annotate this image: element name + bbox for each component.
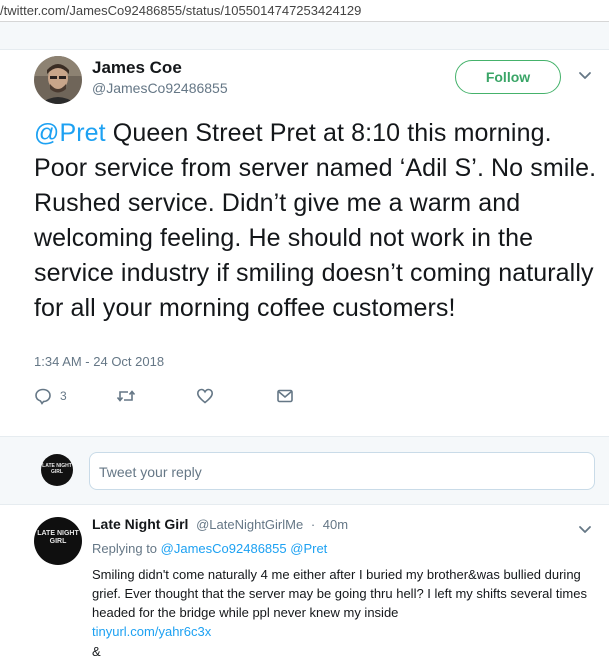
chevron-down-icon[interactable] — [577, 522, 593, 538]
separator-dot: · — [310, 517, 316, 532]
reply-trailing-text: & — [92, 644, 101, 659]
reply-header: Late Night Girl @LateNightGirlMe · 40m — [92, 516, 348, 532]
replying-to-link[interactable]: @JamesCo92486855 — [161, 541, 287, 556]
reply-author-name[interactable]: Late Night Girl — [92, 516, 188, 532]
main-tweet: James Coe @JamesCo92486855 Follow @Pret … — [0, 50, 609, 436]
message-action[interactable] — [276, 386, 294, 406]
tweet-text: @Pret Queen Street Pret at 8:10 this mor… — [34, 116, 604, 326]
avatar[interactable]: LATE NIGHT GIRL — [41, 454, 73, 486]
reply-action[interactable]: 3 — [34, 386, 67, 406]
avatar-logo-text: LATE NIGHT GIRL — [42, 463, 72, 475]
reply-composer: LATE NIGHT GIRL Tweet your reply — [0, 436, 609, 505]
avatar[interactable] — [34, 56, 82, 104]
message-icon — [277, 389, 293, 403]
like-action[interactable] — [196, 386, 214, 406]
avatar-photo — [34, 56, 82, 104]
chevron-down-icon[interactable] — [577, 68, 593, 84]
reply-input[interactable]: Tweet your reply — [89, 452, 595, 490]
avatar-logo-text: LATE NIGHT GIRL — [37, 530, 79, 545]
like-icon — [196, 388, 214, 404]
top-strip — [0, 22, 609, 50]
address-bar[interactable]: /twitter.com/JamesCo92486855/status/1055… — [0, 0, 609, 22]
tweet-timestamp[interactable]: 1:34 AM - 24 Oct 2018 — [34, 354, 164, 369]
avatar[interactable]: LATE NIGHT GIRL — [34, 517, 82, 565]
reply-author-handle[interactable]: @LateNightGirlMe — [196, 517, 303, 532]
replying-to-link[interactable]: @Pret — [290, 541, 327, 556]
reply-time[interactable]: 40m — [323, 517, 348, 532]
author-name[interactable]: James Coe — [92, 58, 182, 78]
retweet-action[interactable] — [116, 386, 136, 406]
reply-count: 3 — [60, 389, 67, 403]
reply-text: Smiling didn't come naturally 4 me eithe… — [92, 567, 587, 620]
reply-icon — [35, 388, 51, 405]
mention-link[interactable]: @Pret — [34, 119, 106, 147]
reply-link[interactable]: tinyurl.com/yahr6c3x — [92, 624, 211, 639]
tweet-actions: 3 — [34, 386, 334, 410]
replying-to: Replying to @JamesCo92486855 @Pret — [92, 541, 327, 556]
retweet-icon — [116, 390, 136, 402]
replying-prefix: Replying to — [92, 541, 158, 556]
reply-tweet: LATE NIGHT GIRL Late Night Girl @LateNig… — [0, 506, 609, 670]
tweet-body: Queen Street Pret at 8:10 this morning. … — [34, 119, 597, 322]
author-handle[interactable]: @JamesCo92486855 — [92, 80, 228, 96]
url-text[interactable]: /twitter.com/JamesCo92486855/status/1055… — [0, 3, 361, 18]
follow-button[interactable]: Follow — [455, 60, 561, 94]
